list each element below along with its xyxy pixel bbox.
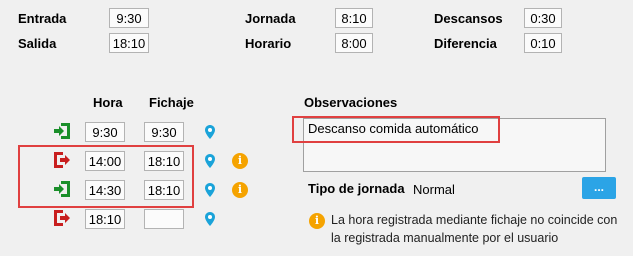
horario-label: Horario [245,36,292,51]
location-pin-icon[interactable] [205,154,215,168]
observaciones-label: Observaciones [304,95,398,110]
info-icon[interactable]: i [232,153,248,169]
hora-field[interactable]: 18:10 [85,209,125,229]
horario-field[interactable]: 8:00 [335,33,373,53]
info-icon[interactable]: i [232,182,248,198]
fichaje-field[interactable]: 9:30 [144,122,184,142]
location-pin-icon[interactable] [205,125,215,139]
salida-field[interactable]: 18:10 [109,33,149,53]
info-icon: i [309,213,325,229]
location-pin-icon[interactable] [205,183,215,197]
login-arrow-icon [53,122,71,140]
hora-field[interactable]: 9:30 [85,122,125,142]
entrada-label: Entrada [18,11,67,26]
jornada-label: Jornada [245,11,296,26]
descansos-label: Descansos [434,11,503,26]
tipo-jornada-label: Tipo de jornada [308,181,405,196]
fichaje-column-header: Fichaje [149,95,194,110]
tipo-jornada-value: Normal [413,182,455,197]
fichaje-field[interactable] [144,209,184,229]
entrada-field[interactable]: 9:30 [109,8,149,28]
logout-arrow-icon [53,209,71,227]
descansos-field[interactable]: 0:30 [524,8,562,28]
jornada-field[interactable]: 8:10 [335,8,373,28]
highlight-frame-rows [18,145,194,208]
hora-column-header: Hora [93,95,123,110]
diferencia-label: Diferencia [434,36,497,51]
tipo-jornada-select-button[interactable]: ... [582,177,616,199]
diferencia-field[interactable]: 0:10 [524,33,562,53]
warning-message: La hora registrada mediante fichaje no c… [331,213,618,245]
location-pin-icon[interactable] [205,212,215,226]
salida-label: Salida [18,36,57,51]
highlight-frame-observaciones [292,116,500,143]
